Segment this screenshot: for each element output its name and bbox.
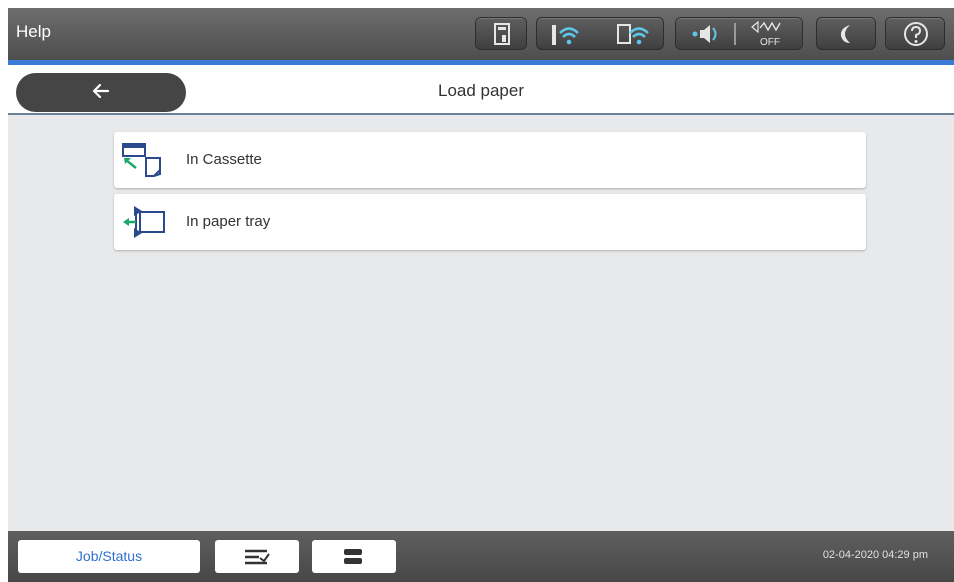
top-bar: Help OFF [8,8,954,60]
help-icon [904,22,928,46]
wifi-icon [552,25,579,45]
job-status-label: Job/Status [75,548,143,564]
sound-icon [692,25,717,43]
page-title: Load paper [437,81,525,100]
wifi-direct-icon [617,24,649,45]
network-button[interactable] [536,17,664,50]
help-button[interactable] [885,17,945,50]
collapse-button[interactable] [215,540,299,573]
list-item-label: In paper tray [186,213,271,230]
sound-quiet-button[interactable]: OFF [675,17,803,50]
collapse-icon [245,549,270,565]
printer-status-icon [344,549,362,564]
sleep-button[interactable] [816,17,876,50]
screen-title: Help [16,22,51,41]
list-item-in-paper-tray[interactable]: In paper tray [114,194,866,250]
sleep-icon [840,25,850,43]
list-item-label: In Cassette [186,151,262,168]
cassette-icon [122,143,161,177]
bottom-bar: Job/Status 02-04-2020 04:29 pm [8,531,954,582]
ink-icon [494,23,510,45]
list-item-in-cassette[interactable]: In Cassette [114,132,866,188]
printer-screen: Help OFF Load paper In Cassette In paper… [8,8,954,582]
paper-tray-icon [123,206,165,238]
header: Load paper [8,65,954,115]
datetime: 02-04-2020 04:29 pm [822,549,928,561]
job-status-button[interactable]: Job/Status [18,540,200,573]
quiet-mode-off-label: OFF [760,37,780,48]
printer-status-button[interactable] [312,540,396,573]
quiet-mode-off-icon: OFF [751,20,781,48]
ink-button[interactable] [475,17,527,50]
